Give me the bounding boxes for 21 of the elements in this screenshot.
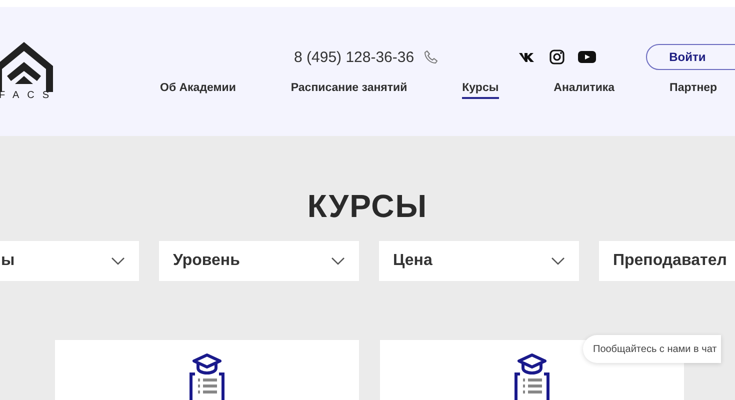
chevron-down-icon — [551, 257, 565, 265]
chevron-down-icon — [111, 257, 125, 265]
filter-dropdown[interactable]: Цена — [379, 241, 579, 281]
login-button[interactable]: Войти — [646, 44, 735, 70]
course-card[interactable] — [55, 340, 359, 400]
filter-dropdown[interactable]: ы — [0, 241, 139, 281]
logo-icon — [0, 40, 55, 92]
chat-tooltip[interactable]: Пообщайтесь с нами в чат — [583, 335, 721, 363]
nav-link[interactable]: Об Академии — [160, 82, 236, 99]
nav-link[interactable]: Курсы — [462, 82, 499, 99]
nav-link[interactable]: Аналитика — [554, 82, 615, 99]
nav-link[interactable]: Партнер — [670, 82, 718, 99]
phone-number[interactable]: 8 (495) 128-36-36 — [294, 48, 414, 66]
youtube-icon[interactable] — [578, 49, 596, 65]
instagram-icon[interactable] — [548, 49, 566, 65]
phone-icon[interactable] — [424, 50, 438, 64]
filter-dropdown[interactable]: Уровень — [159, 241, 359, 281]
page-title: КУРСЫ — [306, 188, 429, 224]
nav-link[interactable]: Расписание занятий — [290, 82, 408, 99]
filter-dropdown[interactable]: Преподавател — [599, 241, 735, 281]
chevron-down-icon — [331, 257, 345, 265]
